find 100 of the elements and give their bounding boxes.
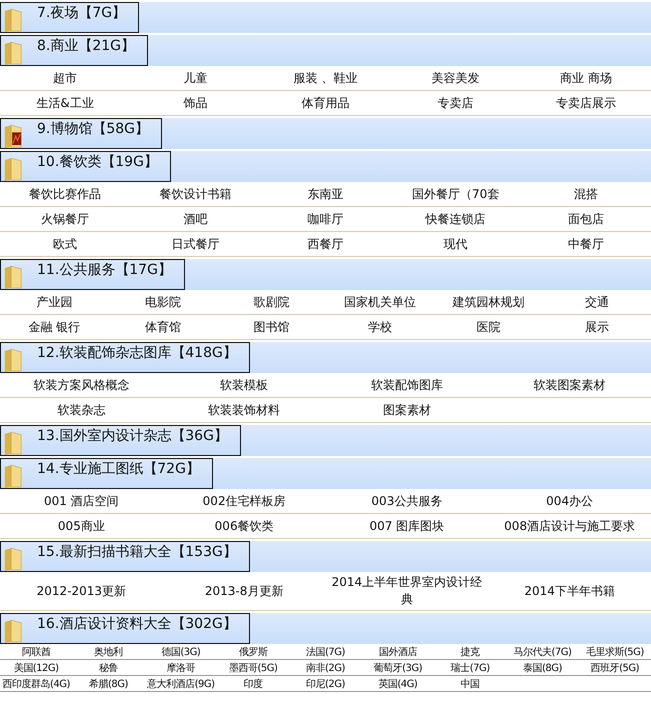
folder-header[interactable]: 14.专业施工图纸【72G】 (0, 458, 213, 489)
folder-header[interactable]: 12.软装配饰杂志图库【418G】 (0, 342, 250, 373)
folder-link[interactable]: 专卖店 (390, 92, 521, 114)
folder-link[interactable]: 火锅餐厅 (0, 208, 130, 230)
folder-link[interactable]: 003公共服务 (326, 490, 488, 512)
folder-link[interactable]: 东南亚 (260, 184, 391, 204)
folder-link[interactable]: 软装杂志 (0, 400, 163, 420)
folder-link[interactable]: 建筑园林规划 (434, 292, 542, 312)
folder-link[interactable]: 学校 (326, 316, 434, 338)
folder-link[interactable]: 中餐厅 (520, 234, 651, 254)
folder-link[interactable]: 英国(4G) (362, 676, 434, 690)
folder-link[interactable]: 2012-2013更新 (0, 580, 163, 602)
folder-link[interactable]: 毛里求斯(5G) (578, 644, 651, 658)
folder-link[interactable]: 意大利酒店(9G) (144, 676, 217, 690)
folder-header[interactable]: 13.国外室内设计杂志【36G】 (0, 425, 241, 456)
folder-link[interactable]: 印尼(2G) (289, 676, 362, 690)
folder-link[interactable]: 西餐厅 (260, 234, 391, 254)
folder-link[interactable]: 阿联酋 (0, 644, 72, 658)
folder-link[interactable]: 软装配饰图库 (326, 374, 488, 396)
folder-link[interactable]: 现代 (390, 234, 521, 254)
folder-link[interactable]: 奥地利 (72, 644, 145, 658)
folder-link[interactable]: 医院 (434, 316, 542, 338)
section-title: 14.专业施工图纸【72G】 (36, 460, 200, 479)
folder-link[interactable]: 001 酒店空间 (0, 490, 163, 512)
folder-link[interactable]: 美容美发 (390, 68, 521, 88)
folder-link[interactable]: 美国(12G) (0, 660, 72, 674)
folder-link[interactable]: 软装方案风格概念 (0, 374, 163, 396)
folder-link[interactable]: 008酒店设计与施工要求 (488, 516, 651, 536)
folder-link[interactable]: 咖啡厅 (260, 208, 391, 230)
folder-link[interactable]: 混搭 (520, 184, 651, 204)
folder-link[interactable]: 捷克 (434, 644, 506, 658)
folder-link[interactable]: 金融 银行 (0, 316, 108, 338)
folder-link[interactable]: 国家机关单位 (326, 292, 434, 312)
folder-link[interactable]: 印度 (217, 676, 290, 690)
folder-link[interactable]: 面包店 (520, 208, 651, 230)
folder-link[interactable]: 葡萄牙(3G) (362, 660, 434, 674)
folder-link[interactable]: 交通 (542, 292, 651, 312)
folder-link[interactable]: 儿童 (130, 68, 260, 88)
folder-link[interactable]: 欧式 (0, 234, 130, 254)
folder-link[interactable]: 餐饮比赛作品 (0, 184, 130, 204)
folder-link[interactable]: 超市 (0, 68, 130, 88)
folder-link[interactable]: 软装图案素材 (488, 374, 651, 396)
folder-link[interactable]: 餐饮设计书籍 (130, 184, 260, 204)
folder-header[interactable]: 7.夜场【7G】 (0, 2, 140, 33)
folder-link[interactable]: 002住宅样板房 (162, 490, 326, 512)
folder-link[interactable]: 商业 商场 (520, 68, 651, 88)
folder-link[interactable]: 2013-8月更新 (162, 580, 326, 602)
folder-link[interactable]: 展示 (542, 316, 651, 338)
folder-icon (3, 264, 23, 290)
folder-link[interactable]: 摩洛哥 (144, 660, 217, 674)
folder-link[interactable]: 饰品 (130, 92, 260, 114)
folder-link[interactable]: 西印度群岛(4G) (0, 676, 72, 690)
folder-header[interactable]: 16.酒店设计资料大全【302G】 (0, 613, 250, 644)
folder-link[interactable]: 专卖店展示 (520, 92, 651, 114)
folder-link[interactable]: 体育用品 (260, 92, 391, 114)
folder-link[interactable]: 法国(7G) (289, 644, 362, 658)
folder-link[interactable]: 泰国(8G) (506, 660, 579, 674)
folder-link[interactable]: 国外酒店 (362, 644, 434, 658)
folder-header[interactable]: 10.餐饮类【19G】 (0, 151, 171, 182)
folder-link[interactable]: 南非(2G) (289, 660, 362, 674)
section-title: 10.餐饮类【19G】 (36, 153, 158, 172)
folder-link[interactable]: 图案素材 (326, 400, 488, 420)
folder-header[interactable]: 11.公共服务【17G】 (0, 259, 185, 290)
folder-link[interactable]: 秘鲁 (72, 660, 145, 674)
folder-link[interactable]: 快餐连锁店 (390, 208, 521, 230)
folder-header[interactable]: 8.商业【21G】 (0, 35, 148, 66)
folder-link[interactable]: 马尔代夫(7G) (506, 644, 579, 658)
folder-link[interactable]: 005商业 (0, 516, 163, 536)
folder-link[interactable]: 软装模板 (162, 374, 326, 396)
folder-icon (3, 347, 23, 373)
folder-link[interactable]: 2014上半年世界室内设计经典 (326, 572, 488, 610)
folder-link[interactable]: 产业园 (0, 292, 108, 312)
folder-link[interactable]: 生活&工业 (0, 92, 130, 114)
section-title: 16.酒店设计资料大全【302G】 (36, 615, 237, 634)
folder-link[interactable]: 中国 (434, 676, 506, 690)
folder-link[interactable]: 歌剧院 (217, 292, 326, 312)
folder-header[interactable]: 15.最新扫描书籍大全【153G】 (0, 541, 250, 572)
folder-link[interactable]: 006餐饮类 (162, 516, 326, 536)
folder-link[interactable]: 俄罗斯 (217, 644, 290, 658)
folder-link[interactable]: 软装装饰材料 (162, 400, 326, 420)
folder-link[interactable]: 德国(3G) (144, 644, 217, 658)
folder-link[interactable]: 希腊(8G) (72, 676, 145, 690)
folder-link[interactable]: 西班牙(5G) (578, 660, 651, 674)
folder-link[interactable]: 日式餐厅 (130, 234, 260, 254)
section-title: 15.最新扫描书籍大全【153G】 (36, 543, 237, 562)
folder-link[interactable]: 电影院 (108, 292, 217, 312)
picture-folder-icon (3, 123, 23, 149)
folder-link[interactable]: 国外餐厅（70套 (390, 184, 521, 204)
folder-link[interactable]: 墨西哥(5G) (217, 660, 290, 674)
folder-link[interactable]: 酒吧 (130, 208, 260, 230)
section-title: 8.商业【21G】 (36, 37, 136, 56)
folder-link[interactable]: 服装 、鞋业 (260, 68, 391, 88)
folder-link[interactable]: 瑞士(7G) (434, 660, 506, 674)
section-title: 12.软装配饰杂志图库【418G】 (36, 344, 237, 363)
folder-link[interactable]: 2014下半年书籍 (488, 580, 651, 602)
folder-link[interactable]: 004办公 (488, 490, 651, 512)
folder-link[interactable]: 图书馆 (217, 316, 326, 338)
folder-link[interactable]: 007 图库图块 (326, 516, 488, 536)
folder-link[interactable]: 体育馆 (108, 316, 217, 338)
folder-header[interactable]: 9.博物馆【58G】 (0, 118, 162, 149)
